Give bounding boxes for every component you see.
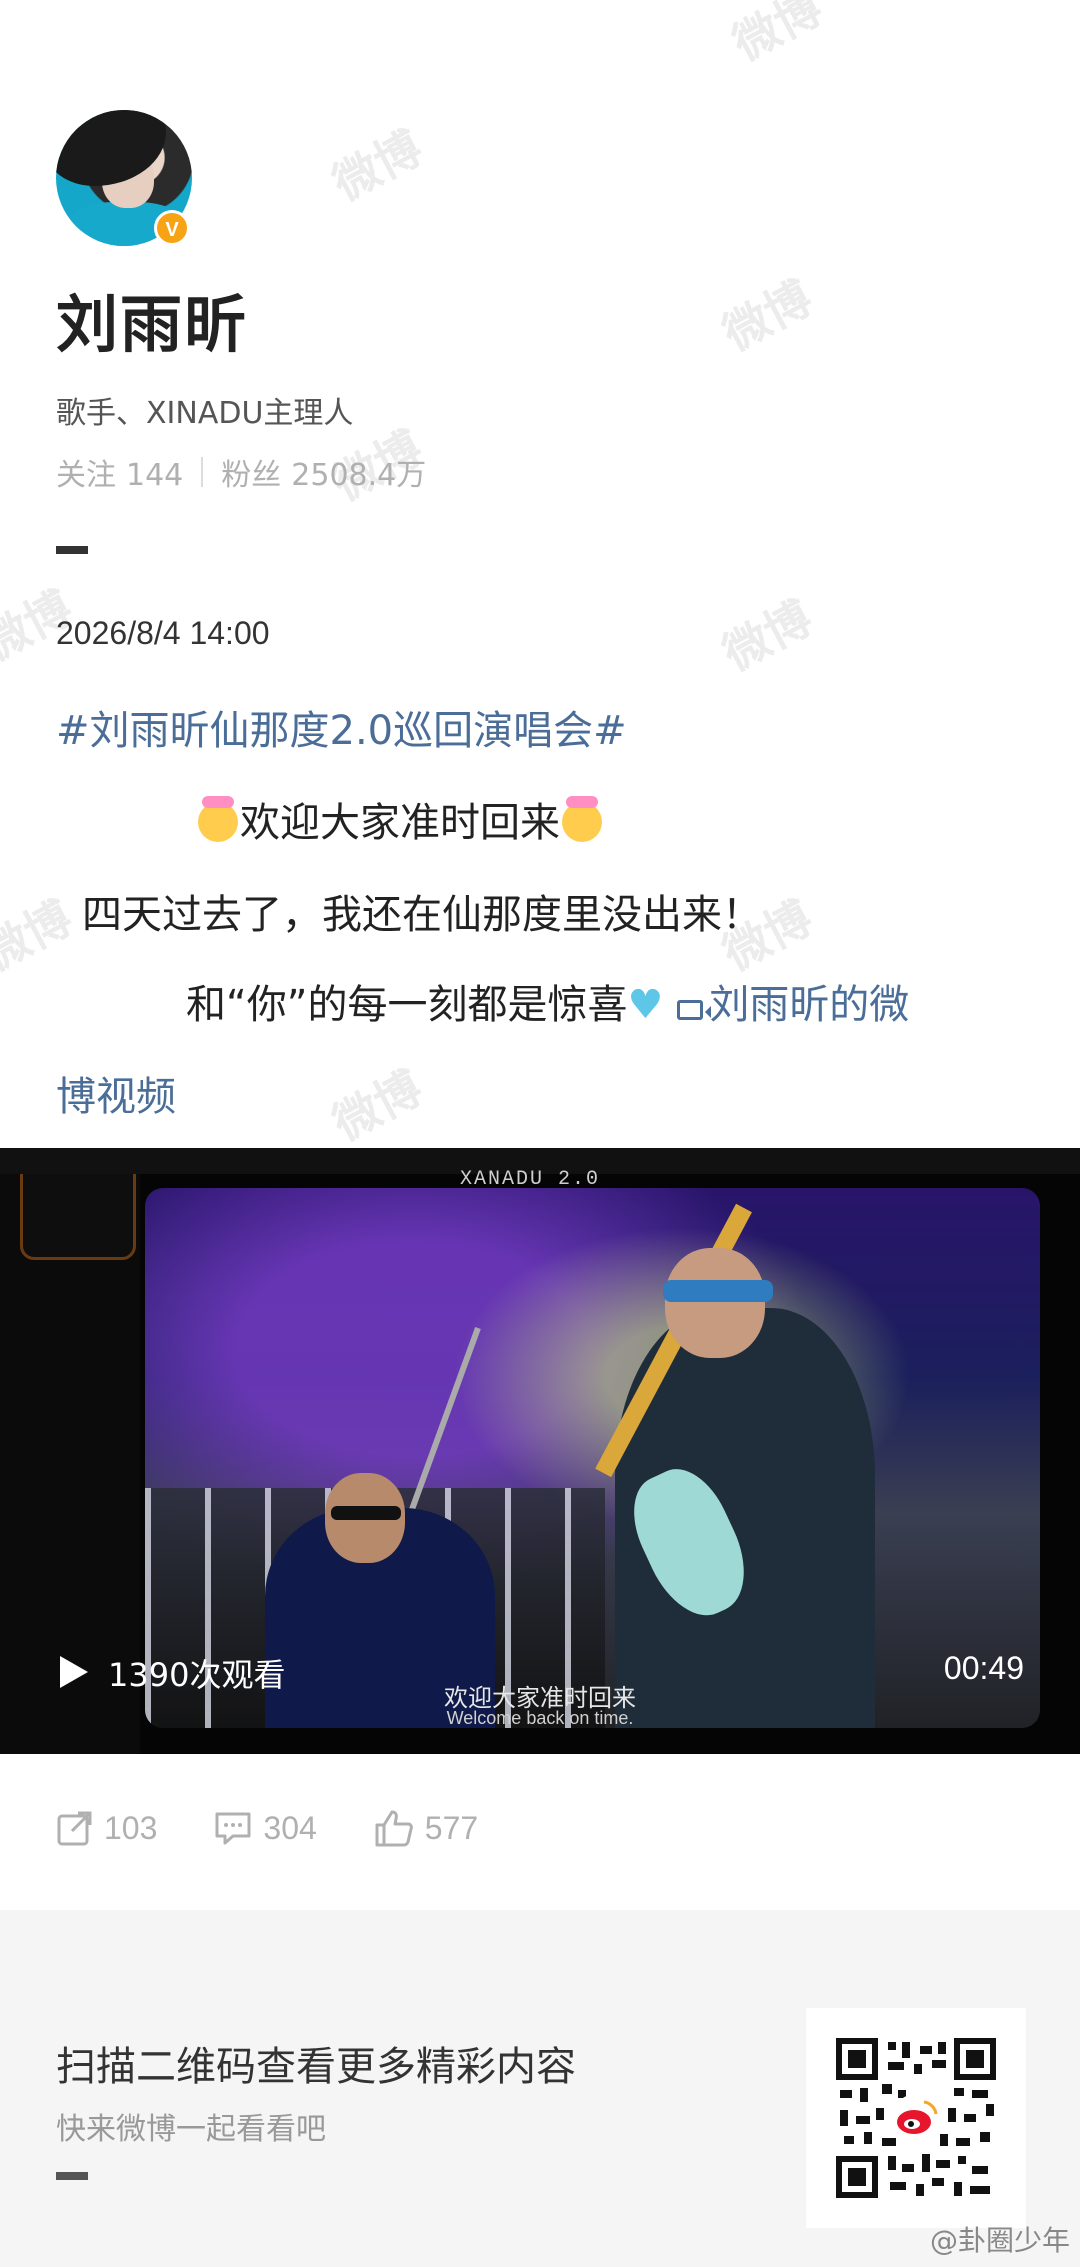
profile-bio: 歌手、XINADU主理人 — [56, 396, 354, 431]
post-hashtag-link[interactable]: #刘雨昕仙那度2.0巡回演唱会# — [56, 698, 627, 756]
video-camera-icon — [677, 1000, 712, 1020]
post-text-line: 四天过去了，我还在仙那度里没出来！ — [82, 892, 762, 938]
video-duration: 00:49 — [943, 1650, 1024, 1686]
watermark: 微博 — [0, 890, 81, 982]
video-brand-text: XANADU 2.0 — [460, 1168, 601, 1191]
followers-stat[interactable]: 粉丝 2508.4万 — [221, 450, 426, 494]
post-text-line: 和“你”的每一刻都是惊喜♥ 刘雨昕的微 — [186, 982, 910, 1028]
footer-subtitle: 快来微博一起看看吧 — [56, 2112, 326, 2147]
thumbs-up-icon — [375, 1810, 413, 1847]
party-face-emoji-icon — [198, 796, 238, 842]
like-count: 577 — [424, 1809, 479, 1846]
post-actions: 103 304 577 — [56, 1808, 534, 1848]
footer-title: 扫描二维码查看更多精彩内容 — [56, 2044, 576, 2090]
profile-name[interactable]: 刘雨昕 — [56, 274, 248, 364]
verified-badge-icon: V — [154, 210, 190, 246]
like-button[interactable]: 577 — [373, 1808, 478, 1848]
video-view-count: 1390次观看 — [108, 1656, 286, 1694]
video-link[interactable]: 刘雨昕的微 — [709, 982, 909, 1028]
avatar[interactable]: V — [56, 110, 192, 246]
repost-button[interactable]: 103 — [56, 1809, 157, 1847]
qr-code[interactable] — [806, 2008, 1026, 2228]
video-player[interactable]: XANADU 2.0 欢迎大家准时回来 Welcome back on time… — [0, 1148, 1080, 1754]
comment-button[interactable]: 304 — [213, 1809, 317, 1847]
comment-count: 304 — [263, 1809, 317, 1846]
watermark: 微博 — [324, 120, 431, 212]
repost-count: 103 — [104, 1809, 158, 1846]
qr-code-icon — [836, 2038, 996, 2198]
blue-heart-emoji-icon: ♥ — [627, 982, 664, 1028]
repost-icon — [57, 1811, 92, 1846]
comment-icon — [215, 1812, 251, 1845]
party-face-emoji-icon — [562, 796, 602, 842]
section-divider — [56, 546, 88, 554]
watermark: 微博 — [324, 1060, 431, 1152]
footer-divider — [56, 2172, 88, 2180]
watermark-credit: @卦圈少年 — [929, 2224, 1070, 2257]
profile-stats: 关注 144 粉丝 2508.4万 — [56, 450, 426, 494]
play-icon[interactable] — [60, 1656, 88, 1688]
video-link-continued[interactable]: 博视频 — [56, 1064, 176, 1122]
following-stat[interactable]: 关注 144 — [56, 450, 183, 494]
watermark: 微博 — [714, 270, 821, 362]
video-thumbnail — [145, 1188, 1040, 1728]
video-subtitle-en: Welcome back on time. — [446, 1708, 634, 1728]
watermark: 微博 — [714, 590, 821, 682]
stats-divider — [201, 457, 204, 487]
share-footer: 扫描二维码查看更多精彩内容 快来微博一起看看吧 @卦圈少年 — [0, 1910, 1080, 2267]
post-text-line: 欢迎大家准时回来 — [196, 790, 604, 848]
post-timestamp: 2026/8/4 14:00 — [56, 615, 270, 651]
watermark: 微博 — [724, 0, 831, 72]
